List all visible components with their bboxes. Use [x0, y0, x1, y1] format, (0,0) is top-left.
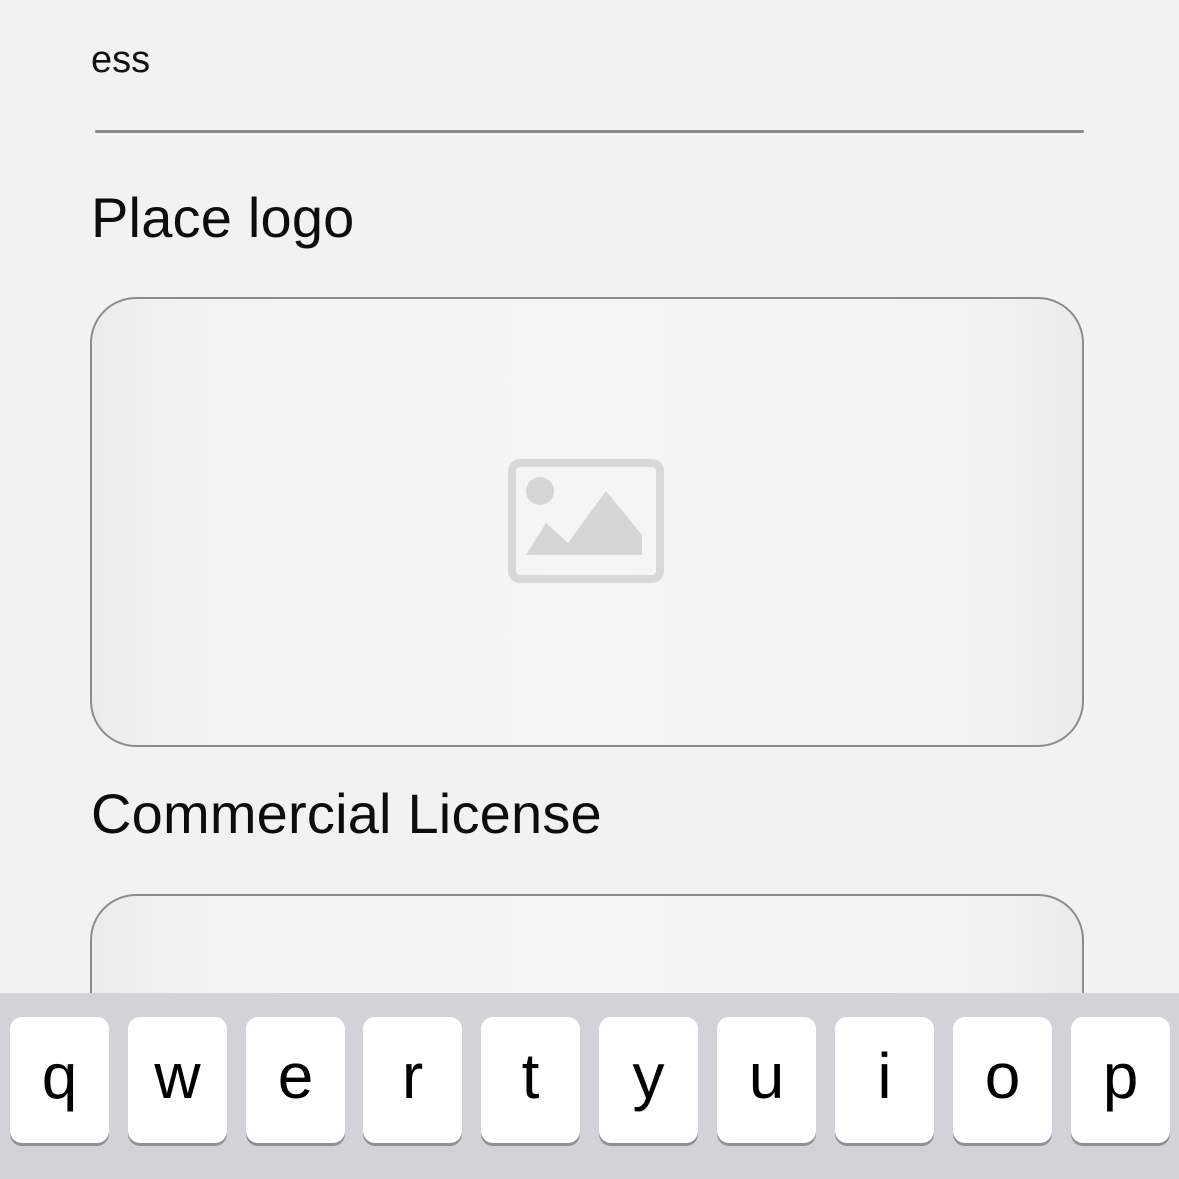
key-p[interactable]: p	[1071, 1017, 1170, 1143]
key-t[interactable]: t	[481, 1017, 580, 1143]
commercial-license-label: Commercial License	[91, 782, 602, 845]
key-o[interactable]: o	[953, 1017, 1052, 1143]
logo-upload-box[interactable]	[90, 297, 1084, 747]
image-placeholder-icon	[508, 459, 664, 583]
key-w[interactable]: w	[128, 1017, 227, 1143]
key-u[interactable]: u	[717, 1017, 816, 1143]
key-q[interactable]: q	[10, 1017, 109, 1143]
key-i[interactable]: i	[835, 1017, 934, 1143]
key-e[interactable]: e	[246, 1017, 345, 1143]
address-field-value[interactable]: ess	[91, 38, 150, 82]
key-r[interactable]: r	[363, 1017, 462, 1143]
address-field-underline	[95, 130, 1084, 133]
place-logo-label: Place logo	[91, 186, 355, 249]
key-y[interactable]: y	[599, 1017, 698, 1143]
screen: ess Place logo Commercial License q w e …	[0, 0, 1179, 1179]
keyboard: q w e r t y u i o p	[0, 993, 1179, 1179]
